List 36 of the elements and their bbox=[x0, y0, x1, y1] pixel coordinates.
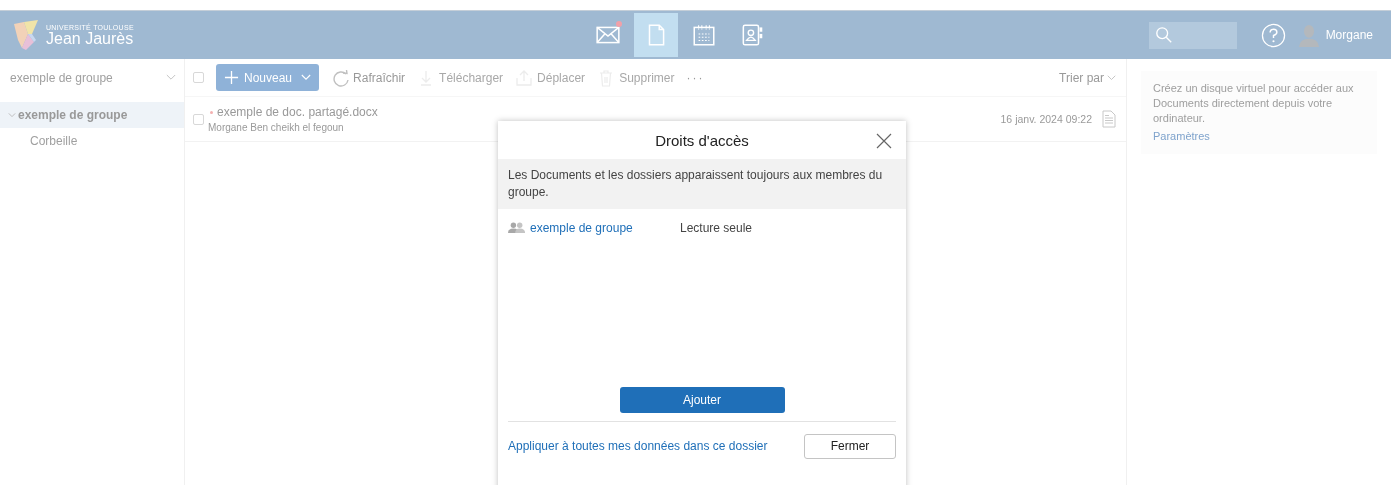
group-link[interactable]: exemple de groupe bbox=[530, 220, 680, 235]
close-icon[interactable] bbox=[876, 133, 892, 149]
document-icon bbox=[1102, 110, 1116, 128]
chevron-down-icon bbox=[1107, 74, 1116, 81]
add-button[interactable]: Ajouter bbox=[619, 386, 785, 413]
more-button[interactable]: ··· bbox=[686, 70, 705, 85]
nav-tab[interactable] bbox=[634, 13, 679, 57]
chevron-down-icon bbox=[8, 111, 16, 119]
search-field[interactable] bbox=[1148, 21, 1237, 49]
new-button[interactable]: Nouveau bbox=[216, 64, 320, 91]
plus-icon bbox=[224, 70, 239, 85]
logo-title: Jean Jaurès bbox=[46, 30, 134, 47]
sort-button[interactable]: Trier par bbox=[1059, 70, 1116, 85]
permission-label: Lecture seule bbox=[680, 220, 753, 235]
close-button[interactable]: Fermer bbox=[804, 433, 896, 459]
file-author: Morgane Ben cheikh el fegoun bbox=[208, 122, 345, 133]
refresh-button[interactable]: Rafraîchir bbox=[331, 68, 406, 87]
tree-item[interactable]: exemple de groupe bbox=[0, 102, 184, 128]
group-icon bbox=[508, 222, 526, 234]
group-dropdown[interactable]: exemple de groupe bbox=[0, 59, 184, 96]
settings-link[interactable]: Paramètres bbox=[1153, 129, 1210, 142]
file-checkbox[interactable] bbox=[193, 113, 204, 125]
file-name[interactable]: exemple de doc. partagé.docx bbox=[217, 105, 378, 119]
file-date: 16 janv. 2024 09:22 bbox=[1000, 113, 1092, 125]
refresh-icon bbox=[331, 68, 350, 87]
help-icon[interactable] bbox=[1260, 22, 1286, 48]
chevron-down-icon bbox=[301, 74, 312, 81]
apply-link[interactable]: Appliquer à toutes mes données dans ce dossier bbox=[508, 439, 768, 454]
calendar-icon bbox=[691, 22, 718, 48]
info-message: Créez un disque virtuel pour accéder aux Documents directement depuis votre ordinateur. bbox=[1153, 81, 1355, 126]
search-icon bbox=[1154, 26, 1173, 44]
chevron-down-icon bbox=[166, 74, 176, 81]
user-name[interactable]: Morgane bbox=[1325, 28, 1373, 42]
tree-item[interactable]: Corbeille bbox=[0, 128, 184, 154]
notice-text: Les Documents et les dossiers apparaissent toujours aux membres du groupe. bbox=[498, 159, 906, 209]
select-all-checkbox[interactable] bbox=[193, 72, 204, 83]
